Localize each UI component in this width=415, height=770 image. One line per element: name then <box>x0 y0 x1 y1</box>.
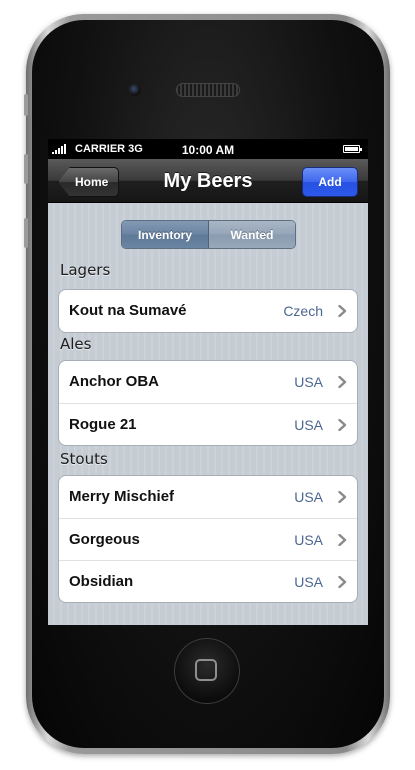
section-group-stouts: Merry Mischief USA Gorgeous USA Obsidian… <box>58 475 358 603</box>
home-square-icon <box>195 659 217 681</box>
earpiece-speaker <box>176 83 240 97</box>
chevron-right-icon <box>338 491 347 503</box>
table-row[interactable]: Kout na Sumavé Czech <box>59 290 357 332</box>
front-camera <box>129 84 141 96</box>
beer-name: Kout na Sumavé <box>69 302 187 319</box>
navigation-bar: My Beers Home Add <box>48 159 368 203</box>
table-row[interactable]: Rogue 21 USA <box>59 403 357 445</box>
beer-origin: Czech <box>283 303 323 319</box>
section-group-ales: Anchor OBA USA Rogue 21 USA <box>58 360 358 446</box>
home-button[interactable] <box>174 638 240 704</box>
table-row[interactable]: Gorgeous USA <box>59 518 357 560</box>
beer-name: Rogue 21 <box>69 416 137 433</box>
add-button[interactable]: Add <box>302 167 358 197</box>
beer-name: Gorgeous <box>69 531 140 548</box>
table-row[interactable]: Obsidian USA <box>59 560 357 602</box>
beer-name: Obsidian <box>69 573 134 590</box>
status-time: 10:00 AM <box>181 143 235 157</box>
beer-name: Anchor OBA <box>69 373 159 390</box>
beer-origin: USA <box>294 417 323 433</box>
segmented-control: Inventory Wanted <box>121 220 296 249</box>
beer-name: Merry Mischief <box>69 488 175 505</box>
section-group-lagers: Kout na Sumavé Czech <box>58 289 358 333</box>
chevron-right-icon <box>338 576 347 588</box>
chevron-right-icon <box>338 419 347 431</box>
app-screen: CARRIER 3G 10:00 AM My Beers Home Add In… <box>48 139 368 625</box>
segment-inventory[interactable]: Inventory <box>122 221 209 248</box>
beer-origin: USA <box>294 374 323 390</box>
mute-switch <box>24 94 28 116</box>
status-bar: CARRIER 3G 10:00 AM <box>48 139 368 159</box>
chevron-right-icon <box>338 534 347 546</box>
section-header-lagers: Lagers <box>60 261 111 279</box>
beer-origin: USA <box>294 489 323 505</box>
section-header-stouts: Stouts <box>60 450 108 468</box>
section-header-ales: Ales <box>60 335 92 353</box>
chevron-right-icon <box>338 376 347 388</box>
volume-up-button <box>24 154 28 184</box>
segment-wanted[interactable]: Wanted <box>209 221 295 248</box>
volume-down-button <box>24 218 28 248</box>
table-row[interactable]: Anchor OBA USA <box>59 361 357 403</box>
beer-origin: USA <box>294 532 323 548</box>
beer-origin: USA <box>294 574 323 590</box>
battery-icon <box>343 145 362 153</box>
chevron-right-icon <box>338 305 347 317</box>
table-row[interactable]: Merry Mischief USA <box>59 476 357 518</box>
back-button[interactable]: Home <box>58 167 120 197</box>
